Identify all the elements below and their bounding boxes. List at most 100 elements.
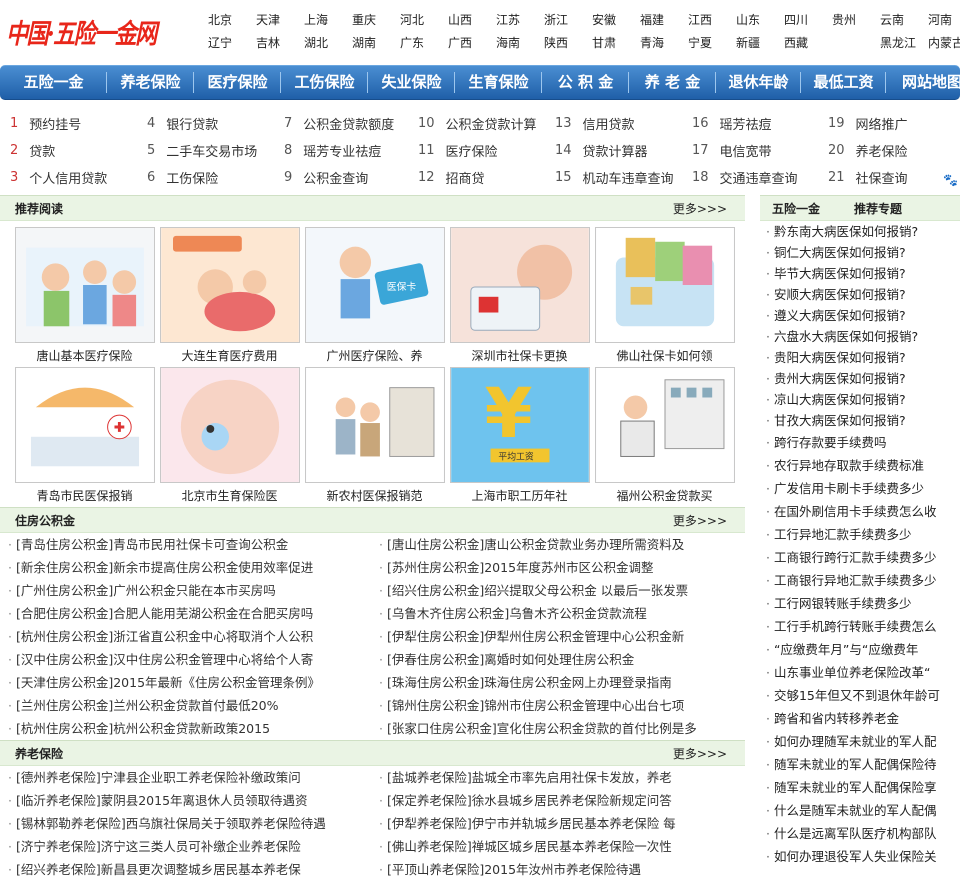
article-link[interactable]: [乌鲁木齐住房公积金]乌鲁木齐公积金贷款流程 xyxy=(379,602,753,625)
nav-item[interactable]: 生育保险 xyxy=(455,65,542,100)
city-link[interactable]: 天津 xyxy=(256,11,304,28)
article-link[interactable]: [新余住房公积金]新余市提高住房公积金使用效率促进 xyxy=(8,556,379,579)
hot-link[interactable]: 16 瑶芳祛痘 xyxy=(692,110,828,137)
nav-item[interactable]: 医疗保险 xyxy=(194,65,281,100)
city-link[interactable]: 贵州 xyxy=(832,11,880,28)
hot-link[interactable]: 19 网络推广 xyxy=(828,110,960,137)
city-link[interactable]: 广西 xyxy=(448,34,496,51)
article-link[interactable]: [汉中住房公积金]汉中住房公积金管理中心将给个人寄 xyxy=(8,648,379,671)
article-link[interactable]: [德州养老保险]宁津县企业职工养老保险补缴政策问 xyxy=(8,766,379,789)
hot-link[interactable]: 13 信用贷款 xyxy=(555,110,692,137)
hot-link[interactable]: 11 医疗保险 xyxy=(418,137,555,164)
article-link[interactable]: [盐城养老保险]盐城全市率先启用社保卡发放，养老 xyxy=(379,766,753,789)
recommend-item[interactable]: 医保卡 广州医疗保险、养 xyxy=(302,227,447,367)
hot-link[interactable]: 15 机动车违章查询 xyxy=(555,164,692,191)
city-link[interactable]: 陕西 xyxy=(544,34,592,51)
nav-item[interactable]: 公 积 金 xyxy=(542,65,629,100)
article-link[interactable]: [杭州住房公积金]浙江省直公积金中心将取消个人公积 xyxy=(8,625,379,648)
recommend-more-link[interactable]: 更多>>> xyxy=(673,200,727,217)
hot-link[interactable]: 12 招商贷 xyxy=(418,164,555,191)
sidebar-link[interactable]: 跨省和省内转移养老金 xyxy=(760,707,960,730)
hot-link[interactable]: 9 公积金查询 xyxy=(284,164,418,191)
city-link[interactable]: 湖南 xyxy=(352,34,400,51)
article-link[interactable]: [杭州住房公积金]杭州公积金贷款新政策2015 xyxy=(8,717,379,740)
city-link[interactable]: 宁夏 xyxy=(688,34,736,51)
city-link[interactable]: 西藏 xyxy=(784,34,832,51)
city-link[interactable]: 江苏 xyxy=(496,11,544,28)
recommend-item[interactable]: 大连生育医疗费用 xyxy=(157,227,302,367)
city-link[interactable]: 上海 xyxy=(304,11,352,28)
housing-more-link[interactable]: 更多>>> xyxy=(673,512,727,529)
sidebar-link[interactable]: 六盘水大病医保如何报销? xyxy=(760,326,960,347)
hot-link[interactable]: 10 公积金贷款计算 xyxy=(418,110,555,137)
article-link[interactable]: [临沂养老保险]蒙阴县2015年离退休人员领取待遇资 xyxy=(8,789,379,812)
article-link[interactable]: [唐山住房公积金]唐山公积金贷款业务办理所需资料及 xyxy=(379,533,753,556)
article-link[interactable]: [兰州住房公积金]兰州公积金贷款首付最低20% xyxy=(8,694,379,717)
city-link[interactable]: 新疆 xyxy=(736,34,784,51)
nav-item[interactable]: 养 老 金 xyxy=(629,65,716,100)
nav-item[interactable]: 最低工资 xyxy=(801,65,886,100)
city-link[interactable]: 重庆 xyxy=(352,11,400,28)
sidebar-link[interactable]: 随军未就业的军人配偶保险享 xyxy=(760,776,960,799)
article-link[interactable]: [珠海住房公积金]珠海住房公积金网上办理登录指南 xyxy=(379,671,753,694)
sidebar-link[interactable]: 交够15年但又不到退休年龄可 xyxy=(760,684,960,707)
sidebar-link[interactable]: 甘孜大病医保如何报销? xyxy=(760,410,960,431)
article-link[interactable]: [平顶山养老保险]2015年汝州市养老保险待遇 xyxy=(379,858,753,881)
city-link[interactable]: 山西 xyxy=(448,11,496,28)
city-link[interactable]: 湖北 xyxy=(304,34,352,51)
sidebar-link[interactable]: 跨行存款要手续费吗 xyxy=(760,431,960,454)
nav-item[interactable]: 养老保险 xyxy=(107,65,194,100)
sidebar-link[interactable]: 遵义大病医保如何报销? xyxy=(760,305,960,326)
recommend-item[interactable]: 深圳市社保卡更换 xyxy=(447,227,592,367)
article-link[interactable]: [伊犁住房公积金]伊犁州住房公积金管理中心公积金新 xyxy=(379,625,753,648)
nav-item[interactable]: 网站地图 xyxy=(886,65,960,100)
city-link[interactable]: 吉林 xyxy=(256,34,304,51)
city-link[interactable]: 四川 xyxy=(784,11,832,28)
sidebar-link[interactable]: 山东事业单位养老保险改革“ xyxy=(760,661,960,684)
city-link[interactable]: 河北 xyxy=(400,11,448,28)
hot-link[interactable]: 4 银行贷款 xyxy=(147,110,284,137)
hot-link[interactable]: 2 贷款 xyxy=(10,137,147,164)
article-link[interactable]: [合肥住房公积金]合肥人能用芜湖公积金在合肥买房吗 xyxy=(8,602,379,625)
sidebar-link[interactable]: 凉山大病医保如何报销? xyxy=(760,389,960,410)
city-link[interactable]: 甘肃 xyxy=(592,34,640,51)
recommend-item[interactable]: 福州公积金贷款买 xyxy=(592,367,737,507)
sidebar-link[interactable]: 工行手机跨行转账手续费怎么 xyxy=(760,615,960,638)
hot-link[interactable]: 20 养老保险 xyxy=(828,137,960,164)
sidebar-link[interactable]: “应缴费年月”与“应缴费年 xyxy=(760,638,960,661)
article-link[interactable]: [苏州住房公积金]2015年度苏州市区公积金调整 xyxy=(379,556,753,579)
nav-item[interactable]: 工伤保险 xyxy=(281,65,368,100)
city-link[interactable]: 内蒙古 xyxy=(928,34,960,51)
city-link[interactable]: 河南 xyxy=(928,11,960,28)
sidebar-tab-topics[interactable]: 推荐专题 xyxy=(854,200,902,217)
sidebar-link[interactable]: 安顺大病医保如何报销? xyxy=(760,284,960,305)
city-link[interactable]: 广东 xyxy=(400,34,448,51)
nav-item[interactable]: 退休年龄 xyxy=(716,65,801,100)
article-link[interactable]: [绍兴养老保险]新昌县更次调整城乡居民基本养老保 xyxy=(8,858,379,881)
nav-item[interactable]: 五险一金 xyxy=(0,65,107,100)
article-link[interactable]: [绍兴住房公积金]绍兴提取父母公积金 以最后一张发票 xyxy=(379,579,753,602)
sidebar-link[interactable]: 什么是随军未就业的军人配偶 xyxy=(760,799,960,822)
article-link[interactable]: [佛山养老保险]禅城区城乡居民基本养老保险一次性 xyxy=(379,835,753,858)
sidebar-link[interactable]: 铜仁大病医保如何报销? xyxy=(760,242,960,263)
sidebar-tab-insurance[interactable]: 五险一金 xyxy=(772,200,820,217)
city-link[interactable]: 云南 xyxy=(880,11,928,28)
article-link[interactable]: [天津住房公积金]2015年最新《住房公积金管理条例》 xyxy=(8,671,379,694)
hot-link[interactable]: 21 社保查询 xyxy=(828,164,960,191)
sidebar-link[interactable]: 如何办理退役军人失业保险关 xyxy=(760,845,960,868)
article-link[interactable]: [保定养老保险]徐水县城乡居民养老保险新规定问答 xyxy=(379,789,753,812)
pension-more-link[interactable]: 更多>>> xyxy=(673,745,727,762)
hot-link[interactable]: 1 预约挂号 xyxy=(10,110,147,137)
sidebar-link[interactable]: 工商银行跨行汇款手续费多少 xyxy=(760,546,960,569)
hot-link[interactable]: 5 二手车交易市场 xyxy=(147,137,284,164)
nav-item[interactable]: 失业保险 xyxy=(368,65,455,100)
sidebar-link[interactable]: 如何办理随军未就业的军人配 xyxy=(760,730,960,753)
sidebar-link[interactable]: 农行异地存取款手续费标准 xyxy=(760,454,960,477)
recommend-item[interactable]: 北京市生育保险医 xyxy=(157,367,302,507)
sidebar-link[interactable]: 工行网银转账手续费多少 xyxy=(760,592,960,615)
hot-link[interactable]: 18 交通违章查询 xyxy=(692,164,828,191)
recommend-item[interactable]: 唐山基本医疗保险 xyxy=(12,227,157,367)
city-link[interactable]: 海南 xyxy=(496,34,544,51)
city-link[interactable]: 江西 xyxy=(688,11,736,28)
sidebar-link[interactable]: 黔东南大病医保如何报销? xyxy=(760,221,960,242)
